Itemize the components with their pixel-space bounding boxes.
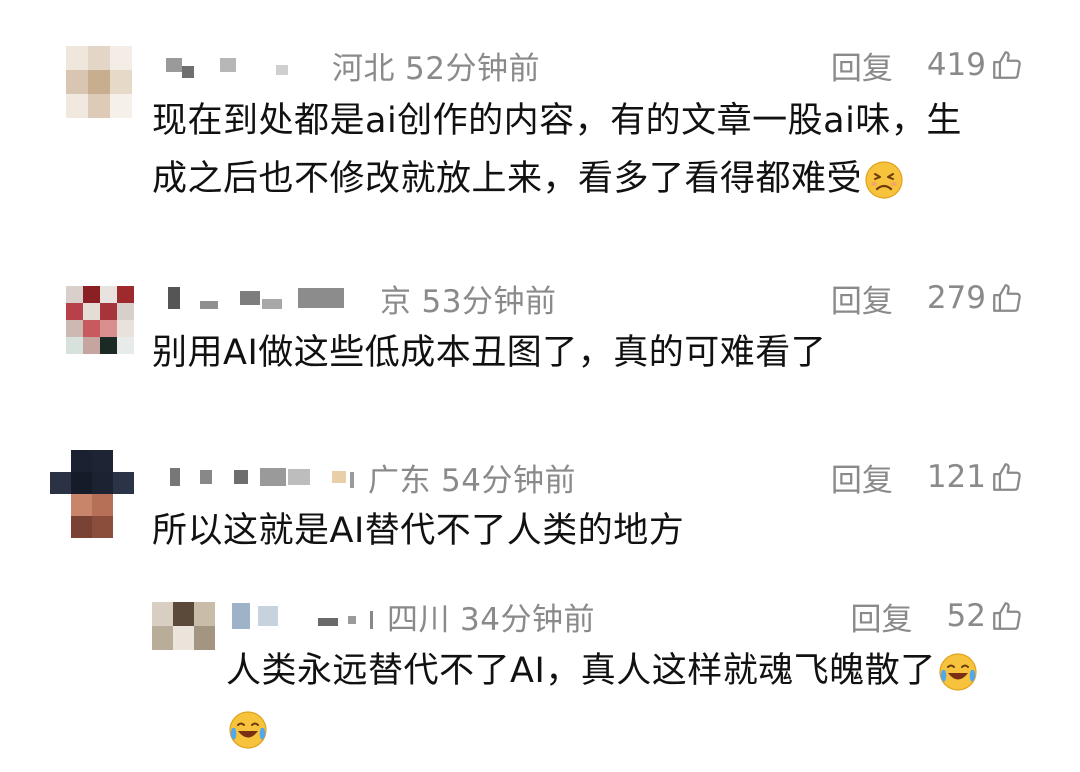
location: 河北 [332, 50, 395, 87]
comment-text-line: 成之后也不修改就放上来，看多了看得都难受 [152, 150, 962, 208]
timestamp: 34分钟前 [460, 601, 595, 638]
comment-item: 河北 52分钟前 回复 419 现在到处都是ai创作的内容，有的文章一股ai味，… [0, 0, 1080, 230]
timestamp: 54分钟前 [441, 462, 576, 499]
username[interactable] [232, 596, 373, 636]
reply-button[interactable]: 回复 [831, 43, 893, 88]
location: 京 [380, 283, 412, 320]
timestamp: 53分钟前 [421, 283, 557, 320]
comment-item: 京 53分钟前 回复 279 别用AI做这些低成本丑图了，真的可难看了 [0, 270, 1080, 390]
comment-text-line: 现在到处都是ai创作的内容，有的文章一股ai味，生 [152, 101, 962, 141]
comment-text: 人类永远替代不了AI，真人这样就魂飞魄散了 [226, 642, 1026, 758]
comment-meta: 河北 52分钟前 [152, 45, 540, 87]
thumbs-up-icon[interactable] [990, 460, 1024, 494]
username[interactable] [152, 457, 354, 497]
comment-meta: 京 53分钟前 [152, 278, 557, 320]
location: 四川 [387, 601, 450, 638]
like-count: 419 [926, 47, 986, 83]
avatar[interactable] [66, 286, 134, 354]
comment-text-line-content: 成之后也不修改就放上来，看多了看得都难受 [152, 159, 863, 199]
comment-item: 广东 54分钟前 回复 121 所以这就是AI替代不了人类的地方 [0, 450, 1080, 570]
location: 广东 [368, 462, 431, 499]
laughing-crying-emoji [229, 711, 267, 749]
reply-button[interactable]: 回复 [851, 594, 913, 639]
tired-face-emoji [865, 161, 903, 199]
comment-actions: 回复 121 [831, 455, 1024, 500]
username[interactable] [152, 45, 288, 85]
thumbs-up-icon[interactable] [990, 48, 1024, 82]
timestamp: 52分钟前 [405, 50, 540, 87]
avatar[interactable] [66, 46, 132, 118]
reply-button[interactable]: 回复 [831, 455, 893, 500]
like-count: 121 [926, 459, 986, 495]
comment-meta: 广东 54分钟前 [152, 457, 576, 499]
like-count: 279 [926, 280, 986, 316]
comment-text-line: 别用AI做这些低成本丑图了，真的可难看了 [152, 333, 827, 373]
comment-text-line-content: 人类永远替代不了AI，真人这样就魂飞魄散了 [226, 651, 936, 691]
comment-text: 现在到处都是ai创作的内容，有的文章一股ai味，生 成之后也不修改就放上来，看多… [152, 92, 962, 208]
avatar[interactable] [50, 450, 134, 538]
comment-actions: 回复 419 [831, 43, 1024, 88]
thumbs-up-icon[interactable] [990, 599, 1024, 633]
comment-text-line: 所以这就是AI替代不了人类的地方 [152, 511, 685, 551]
comment-text: 所以这就是AI替代不了人类的地方 [152, 502, 684, 560]
like-count: 52 [946, 598, 986, 634]
comment-text-line: 人类永远替代不了AI，真人这样就魂飞魄散了 [226, 642, 1026, 700]
laughing-crying-emoji [939, 653, 977, 691]
comment-meta: 四川 34分钟前 [232, 596, 595, 638]
comment-actions: 回复 279 [831, 276, 1024, 321]
comment-text: 别用AI做这些低成本丑图了，真的可难看了 [152, 324, 826, 382]
avatar[interactable] [152, 602, 216, 650]
reply-button[interactable]: 回复 [831, 276, 893, 321]
thumbs-up-icon[interactable] [990, 281, 1024, 315]
comment-text-line [226, 700, 1026, 758]
username[interactable] [152, 278, 344, 318]
comment-actions: 回复 52 [851, 594, 1024, 639]
reply-item: 四川 34分钟前 回复 52 人类永远替代不了AI，真人这样就魂飞魄散了 [0, 590, 1080, 772]
